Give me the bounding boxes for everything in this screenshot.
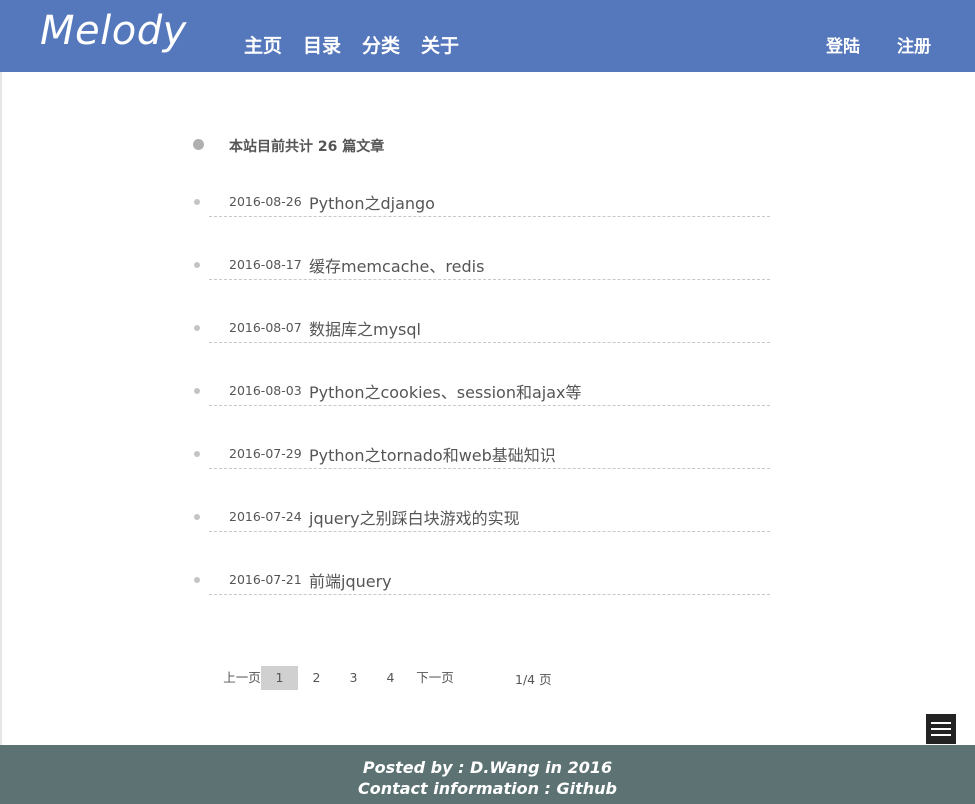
menu-icon[interactable] xyxy=(926,714,956,744)
post-item: 2016-07-29 Python之tornado和web基础知识 xyxy=(193,438,770,501)
post-title-link[interactable]: Python之tornado和web基础知识 xyxy=(309,442,556,466)
timeline-dot xyxy=(194,514,200,520)
menu-icon-bar xyxy=(931,728,951,730)
post-count-summary: 本站目前共计 26 篇文章 xyxy=(193,130,770,160)
auth-links: 登陆 注册 xyxy=(826,32,931,57)
site-footer: Posted by : D.Wang in 2016 Contact infor… xyxy=(0,745,975,804)
dashed-divider xyxy=(209,594,770,595)
nav-home[interactable]: 主页 xyxy=(244,31,282,58)
nav-catalog[interactable]: 目录 xyxy=(303,31,341,58)
post-title-link[interactable]: 前端jquery xyxy=(309,568,392,592)
dashed-divider xyxy=(209,468,770,469)
post-title-link[interactable]: Python之django xyxy=(309,190,435,214)
post-item: 2016-07-24 jquery之别踩白块游戏的实现 xyxy=(193,501,770,564)
footer-posted-by: Posted by : D.Wang in 2016 xyxy=(362,758,613,777)
nav-about[interactable]: 关于 xyxy=(421,31,459,58)
summary-text: 本站目前共计 26 篇文章 xyxy=(229,139,385,155)
post-date: 2016-08-17 xyxy=(229,257,302,272)
login-link[interactable]: 登陆 xyxy=(826,32,860,57)
main-nav: 主页 目录 分类 关于 xyxy=(244,31,459,58)
post-timeline: 本站目前共计 26 篇文章 2016-08-26 Python之django 2… xyxy=(193,130,770,627)
pagination: 上一页 1 2 3 4 下一页 1/4 页 xyxy=(223,666,552,690)
post-title-link[interactable]: Python之cookies、session和ajax等 xyxy=(309,379,581,403)
post-title-link[interactable]: 缓存memcache、redis xyxy=(309,253,484,277)
post-item: 2016-08-03 Python之cookies、session和ajax等 xyxy=(193,375,770,438)
footer-contact[interactable]: Contact information : Github xyxy=(0,779,975,798)
site-logo[interactable]: Melody xyxy=(40,8,187,54)
post-title-link[interactable]: 数据库之mysql xyxy=(309,316,421,340)
post-date: 2016-07-21 xyxy=(229,572,302,587)
post-date: 2016-08-26 xyxy=(229,194,302,209)
post-title-link[interactable]: jquery之别踩白块游戏的实现 xyxy=(309,505,520,529)
timeline-dot xyxy=(194,199,200,205)
page-1-button[interactable]: 1 xyxy=(261,666,298,690)
post-date: 2016-08-03 xyxy=(229,383,302,398)
menu-icon-bar xyxy=(931,734,951,736)
post-date: 2016-07-24 xyxy=(229,509,302,524)
post-item: 2016-08-17 缓存memcache、redis xyxy=(193,249,770,312)
timeline-dot xyxy=(194,451,200,457)
dashed-divider xyxy=(209,405,770,406)
timeline-dot xyxy=(194,577,200,583)
prev-page-button[interactable]: 上一页 xyxy=(223,666,261,690)
timeline-dot xyxy=(194,388,200,394)
timeline-dot xyxy=(193,139,204,150)
post-date: 2016-07-29 xyxy=(229,446,302,461)
dashed-divider xyxy=(209,279,770,280)
post-item: 2016-07-21 前端jquery xyxy=(193,564,770,627)
nav-categories[interactable]: 分类 xyxy=(362,31,400,58)
timeline-dot xyxy=(194,325,200,331)
menu-icon-bar xyxy=(931,722,951,724)
dashed-divider xyxy=(209,531,770,532)
page-count: 1/4 页 xyxy=(515,671,552,687)
register-link[interactable]: 注册 xyxy=(897,32,931,57)
post-item: 2016-08-07 数据库之mysql xyxy=(193,312,770,375)
post-list: 2016-08-26 Python之django 2016-08-17 缓存me… xyxy=(193,186,770,627)
timeline-dot xyxy=(194,262,200,268)
next-page-button[interactable]: 下一页 xyxy=(413,666,457,690)
dashed-divider xyxy=(209,342,770,343)
post-date: 2016-08-07 xyxy=(229,320,302,335)
page-4-button[interactable]: 4 xyxy=(372,666,409,690)
page-3-button[interactable]: 3 xyxy=(335,666,372,690)
page-2-button[interactable]: 2 xyxy=(298,666,335,690)
dashed-divider xyxy=(209,216,770,217)
post-item: 2016-08-26 Python之django xyxy=(193,186,770,249)
site-header: Melody 主页 目录 分类 关于 登陆 注册 xyxy=(0,0,975,72)
